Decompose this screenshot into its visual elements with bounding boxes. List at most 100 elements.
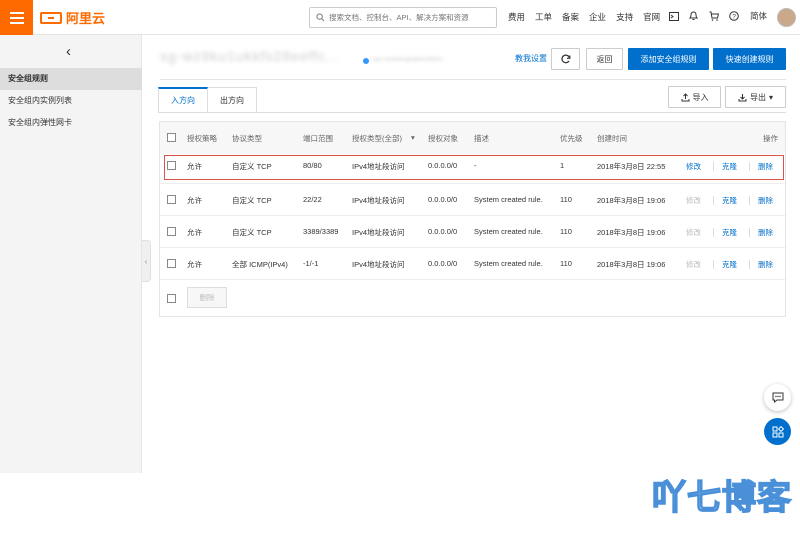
chat-icon	[772, 392, 783, 403]
cell-port: 3389/3389	[303, 227, 339, 236]
col-object: 授权对象	[428, 134, 458, 143]
security-group-id: sg-wz9ku1ukkfs28eeffc...	[160, 48, 341, 64]
clone-link[interactable]: 克隆	[722, 259, 737, 270]
cart-icon[interactable]	[708, 11, 719, 22]
col-protocol: 协议类型	[232, 134, 262, 143]
separator	[713, 260, 714, 269]
teach-me-link[interactable]: 教我设置	[515, 53, 547, 64]
direction-tabs: 入方向 出方向	[158, 87, 257, 113]
vpc-id: / vpc-wz9e8oqhqtlkexf8tm0	[370, 57, 443, 63]
back-chevron-icon[interactable]: ‹	[66, 43, 71, 60]
col-auth-type[interactable]: 授权类型(全部)	[352, 133, 402, 144]
cell-auth-type: IPv4地址段访问	[352, 196, 405, 205]
clone-link[interactable]: 克隆	[722, 227, 737, 238]
modify-link: 修改	[686, 196, 701, 205]
sidebar-item-enis[interactable]: 安全组内弹性网卡	[0, 112, 142, 134]
col-policy: 授权策略	[187, 134, 217, 143]
apps-button[interactable]	[764, 418, 791, 445]
cell-protocol: 自定义 TCP	[232, 162, 272, 171]
modify-link: 修改	[686, 260, 701, 269]
download-icon	[738, 93, 747, 101]
table-row: 允许 自定义 TCP 3389/3389 IPv4地址段访问 0.0.0.0/0…	[160, 215, 785, 247]
language-switch[interactable]: 简体	[750, 10, 767, 22]
col-description: 描述	[474, 134, 489, 143]
cell-created: 2018年3月8日 19:06	[597, 260, 666, 269]
col-actions: 操作	[763, 134, 778, 143]
modify-link: 修改	[686, 228, 701, 237]
select-all-checkbox[interactable]	[167, 133, 176, 142]
add-rule-button[interactable]: 添加安全组规则	[628, 48, 709, 70]
cell-object: 0.0.0.0/0	[428, 195, 458, 204]
divider	[160, 79, 786, 80]
tab-inbound[interactable]: 入方向	[158, 87, 208, 113]
chevron-down-icon: ▾	[768, 92, 773, 102]
nav-enterprise[interactable]: 企业	[589, 11, 606, 23]
row-checkbox[interactable]	[167, 259, 176, 268]
export-label: 导出	[749, 92, 766, 102]
nav-fees[interactable]: 费用	[508, 11, 525, 23]
top-bar: 阿里云 费用 工单 备案 企业 支持 官网 ? 简体	[0, 0, 800, 35]
menu-icon[interactable]	[0, 0, 33, 35]
search-box[interactable]	[309, 7, 497, 28]
export-button[interactable]: 导出 ▾	[725, 86, 786, 108]
delete-link[interactable]: 删除	[758, 227, 773, 238]
delete-link[interactable]: 删除	[758, 161, 773, 172]
terminal-icon[interactable]	[668, 11, 679, 22]
col-priority: 优先级	[560, 134, 583, 143]
back-button[interactable]: 返回	[586, 48, 623, 70]
bell-icon[interactable]	[688, 11, 699, 22]
cell-description: System created rule.	[474, 227, 543, 236]
cell-created: 2018年3月8日 19:06	[597, 196, 666, 205]
row-checkbox[interactable]	[167, 227, 176, 236]
sidebar-item-instances[interactable]: 安全组内实例列表	[0, 90, 142, 112]
nav-icp[interactable]: 备案	[562, 11, 579, 23]
clone-link[interactable]: 克隆	[722, 195, 737, 206]
cell-created: 2018年3月8日 19:06	[597, 228, 666, 237]
cell-description: -	[474, 161, 477, 170]
upload-icon	[681, 92, 689, 101]
nav-official-site[interactable]: 官网	[643, 11, 660, 23]
row-checkbox[interactable]	[167, 195, 176, 204]
search-input[interactable]	[329, 13, 489, 22]
import-label: 导入	[692, 92, 709, 102]
cell-object: 0.0.0.0/0	[428, 161, 458, 170]
modify-link[interactable]: 修改	[686, 161, 701, 172]
row-checkbox[interactable]	[167, 161, 176, 170]
apps-icon	[772, 425, 784, 437]
chevron-down-icon[interactable]: ▾	[411, 133, 415, 142]
delete-link[interactable]: 删除	[758, 259, 773, 270]
refresh-button[interactable]	[551, 48, 580, 70]
separator	[749, 228, 750, 237]
nav-ticket[interactable]: 工单	[535, 11, 552, 23]
clone-link[interactable]: 克隆	[722, 161, 737, 172]
chat-button[interactable]	[764, 384, 791, 411]
delete-link[interactable]: 删除	[758, 195, 773, 206]
tab-outbound[interactable]: 出方向	[208, 87, 257, 113]
cell-object: 0.0.0.0/0	[428, 259, 458, 268]
cell-object: 0.0.0.0/0	[428, 227, 458, 236]
avatar[interactable]	[777, 8, 796, 27]
nav-support[interactable]: 支持	[616, 11, 633, 23]
cell-port: 22/22	[303, 195, 322, 204]
cell-policy: 允许	[187, 162, 202, 171]
cell-auth-type: IPv4地址段访问	[352, 228, 405, 237]
cell-policy: 允许	[187, 228, 202, 237]
sidebar-item-rules[interactable]: 安全组规则	[0, 68, 142, 90]
rules-table: 授权策略 协议类型 端口范围 授权类型(全部) ▾ 授权对象 描述 优先级 创建…	[159, 121, 786, 317]
group-title: sg-wz9ku1ukkfs28eeffc... / vpc-wz9e8oqhq…	[160, 48, 443, 64]
help-icon[interactable]: ?	[728, 11, 739, 22]
table-row: 允许 全部 ICMP(IPv4) -1/-1 IPv4地址段访问 0.0.0.0…	[160, 247, 785, 279]
aliyun-logo[interactable]: 阿里云	[40, 9, 105, 26]
collapse-sidebar-handle[interactable]: ‹	[142, 240, 151, 282]
logo-text: 阿里云	[66, 11, 106, 26]
cell-priority: 110	[560, 259, 572, 268]
footer-select-checkbox[interactable]	[167, 294, 176, 303]
quick-create-rule-button[interactable]: 快速创建规则	[713, 48, 786, 70]
col-created: 创建时间	[597, 134, 627, 143]
cell-priority: 110	[560, 195, 572, 204]
top-nav: 费用 工单 备案 企业 支持 官网	[508, 11, 660, 23]
import-button[interactable]: 导入	[668, 86, 721, 108]
separator	[713, 162, 714, 171]
search-icon	[316, 13, 325, 22]
separator	[713, 196, 714, 205]
